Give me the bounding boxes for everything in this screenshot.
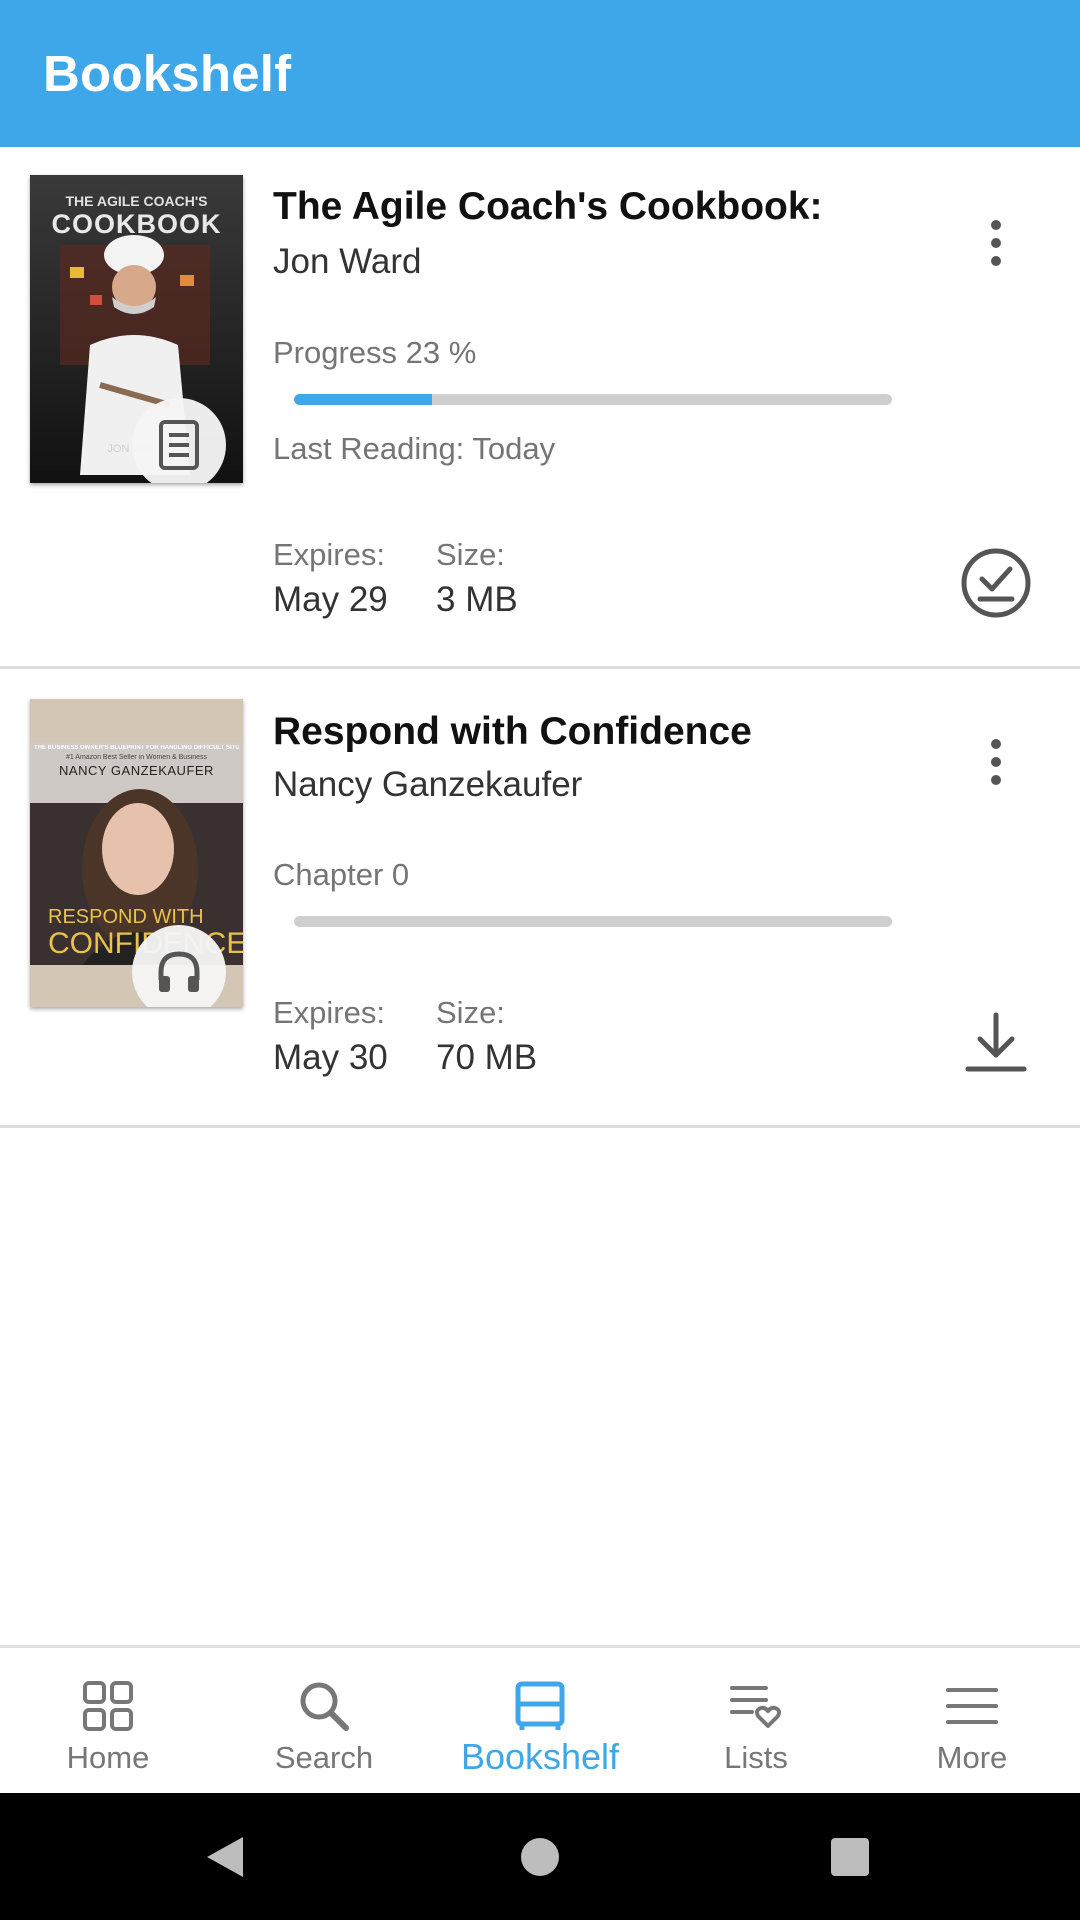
nav-more[interactable]: More [864, 1648, 1080, 1796]
downloaded-check-icon [961, 548, 1031, 618]
progress-fill [294, 394, 432, 405]
nav-icon-wrapper [942, 1676, 1002, 1736]
book-author: Jon Ward [273, 242, 422, 281]
back-triangle-icon [207, 1836, 243, 1877]
nav-icon-wrapper [726, 1676, 786, 1736]
nav-label: Search [274, 1740, 374, 1775]
progress-label: Progress 23 % [273, 335, 477, 370]
book-card[interactable]: THE BUSINESS OWNER'S BLUEPRINT FOR HANDL… [0, 669, 1080, 1128]
size-value: 3 MB [436, 580, 518, 619]
size-label: Size: [436, 995, 505, 1030]
kebab-dot [991, 238, 1001, 248]
size-value: 70 MB [436, 1038, 538, 1077]
page-title: Bookshelf [43, 45, 292, 102]
downloaded-button[interactable] [955, 542, 1037, 624]
search-icon [300, 1682, 349, 1731]
bottom-navigation: Home Search Bookshelf Lists More [0, 1645, 1080, 1793]
cover-author: NANCY GANZEKAUFER [59, 763, 214, 778]
kebab-dot [991, 775, 1001, 785]
nav-search[interactable]: Search [216, 1648, 432, 1796]
nav-label: Lists [724, 1740, 788, 1775]
list-heart-icon [730, 1686, 781, 1728]
cover-title-main: COOKBOOK [51, 209, 222, 239]
chapter-label: Chapter 0 [273, 857, 410, 892]
bookshelf-icon [515, 1681, 565, 1730]
nav-label: Home [66, 1740, 150, 1775]
more-options-button[interactable] [968, 205, 1024, 281]
nav-icon-wrapper [294, 1676, 354, 1736]
app-bar: Bookshelf [0, 0, 1080, 147]
system-recents-button[interactable] [815, 1793, 885, 1920]
expires-value: May 30 [273, 1038, 388, 1077]
book-cover[interactable]: THE AGILE COACH'S COOKBOOK JON WARD [30, 175, 243, 483]
expires-value: May 29 [273, 580, 388, 619]
format-badge [132, 398, 226, 483]
cover-tagline: THE BUSINESS OWNER'S BLUEPRINT FOR HANDL… [34, 745, 239, 751]
home-circle-icon [521, 1837, 559, 1876]
nav-icon-wrapper [78, 1676, 138, 1736]
system-navigation-bar [0, 1793, 1080, 1920]
expires-label: Expires: [273, 995, 385, 1030]
system-back-button[interactable] [190, 1793, 260, 1920]
nav-icon-wrapper [510, 1676, 570, 1736]
ebook-icon [159, 420, 199, 470]
cover-badge: #1 Amazon Best Seller in Women & Busines… [65, 754, 208, 761]
nav-label: Bookshelf [460, 1736, 620, 1777]
more-options-button[interactable] [968, 724, 1024, 800]
book-cover[interactable]: THE BUSINESS OWNER'S BLUEPRINT FOR HANDL… [30, 699, 243, 1007]
book-title[interactable]: The Agile Coach's Cookbook: [273, 185, 823, 229]
nav-bookshelf[interactable]: Bookshelf [432, 1648, 648, 1796]
kebab-menu-icon [991, 739, 1001, 749]
book-author: Nancy Ganzekaufer [273, 765, 583, 804]
size-label: Size: [436, 537, 505, 572]
book-title[interactable]: Respond with Confidence [273, 710, 752, 754]
cover-title-top: THE AGILE COACH'S [65, 193, 208, 209]
kebab-dot [991, 757, 1001, 767]
grid-icon [83, 1681, 133, 1731]
kebab-menu-icon [991, 220, 1001, 230]
expires-label: Expires: [273, 537, 385, 572]
system-home-button[interactable] [505, 1793, 575, 1920]
download-icon [965, 1012, 1027, 1072]
nav-label: More [936, 1740, 1008, 1775]
headphones-icon [158, 951, 200, 992]
app-root: Bookshelf THE AGILE COACH'S COOKBOOK JON… [0, 0, 1080, 1920]
kebab-dot [991, 256, 1001, 266]
book-card[interactable]: THE AGILE COACH'S COOKBOOK JON WARD The … [0, 147, 1080, 669]
nav-lists[interactable]: Lists [648, 1648, 864, 1796]
recents-square-icon [831, 1837, 869, 1876]
download-button[interactable] [955, 1002, 1037, 1084]
last-reading: Last Reading: Today [273, 431, 556, 466]
progress-bar [294, 916, 892, 927]
nav-home[interactable]: Home [0, 1648, 216, 1796]
hamburger-icon [946, 1688, 998, 1724]
progress-bar [294, 394, 892, 405]
